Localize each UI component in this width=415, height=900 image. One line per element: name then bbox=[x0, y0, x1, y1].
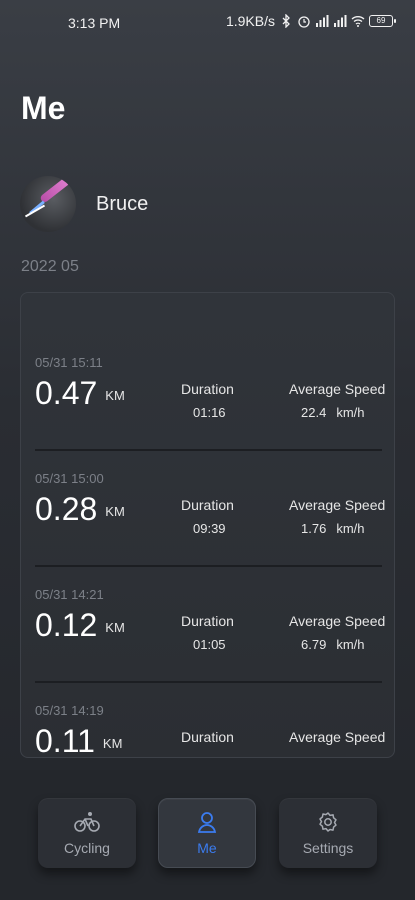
tab-settings[interactable]: Settings bbox=[279, 798, 377, 868]
duration-label: Duration bbox=[181, 497, 234, 513]
tab-cycling[interactable]: Cycling bbox=[38, 798, 136, 868]
duration-label: Duration bbox=[181, 381, 234, 397]
ride-record[interactable]: 05/31 15:00 0.28 KM Duration 09:39 Averag… bbox=[21, 471, 394, 587]
divider bbox=[35, 565, 382, 567]
record-datetime: 05/31 14:21 bbox=[35, 587, 104, 602]
status-icons: 1.9KB/s 69 bbox=[225, 13, 396, 29]
avatar[interactable] bbox=[20, 176, 76, 232]
divider bbox=[35, 681, 382, 683]
tab-label: Me bbox=[197, 840, 217, 856]
gear-icon bbox=[319, 812, 337, 832]
bicycle-icon bbox=[74, 812, 100, 832]
status-time: 3:13 PM bbox=[68, 15, 121, 31]
duration-value: 01:16 bbox=[193, 405, 226, 420]
tab-label: Settings bbox=[302, 840, 354, 856]
ride-record[interactable]: 05/31 14:21 0.12 KM Duration 01:05 Averag… bbox=[21, 587, 394, 703]
page-title: Me bbox=[21, 90, 66, 126]
user-name: Bruce bbox=[96, 192, 149, 215]
distance-unit: KM bbox=[105, 388, 125, 403]
average-speed-label: Average Speed bbox=[289, 729, 386, 745]
divider bbox=[35, 449, 382, 451]
record-distance: 0.12 KM bbox=[35, 607, 125, 643]
bluetooth-icon bbox=[282, 14, 290, 28]
network-speed: 1.9KB/s bbox=[225, 13, 275, 29]
average-speed-label: Average Speed bbox=[289, 613, 386, 629]
ride-records-list[interactable]: 05/31 15:11 0.47 KM Duration 01:16 Averag… bbox=[20, 292, 395, 758]
record-datetime: 05/31 14:19 bbox=[35, 703, 104, 718]
distance-unit: KM bbox=[102, 736, 123, 751]
duration-label: Duration bbox=[181, 613, 234, 629]
average-speed-label: Average Speed bbox=[289, 497, 386, 513]
person-icon bbox=[197, 812, 217, 833]
average-speed-label: Average Speed bbox=[289, 381, 386, 397]
distance-unit: KM bbox=[105, 620, 125, 635]
record-distance: 0.28 KM bbox=[35, 491, 125, 527]
distance-unit: KM bbox=[105, 504, 125, 519]
wifi-icon bbox=[351, 16, 365, 27]
status-bar: 3:13 PM 1.9KB/s 69 bbox=[0, 0, 415, 46]
duration-value: 09:39 bbox=[193, 521, 226, 536]
record-distance: 0.47 KM bbox=[35, 375, 125, 411]
record-distance: 0.11 KM bbox=[35, 723, 123, 758]
tab-label: Cycling bbox=[64, 840, 110, 856]
bottom-tab-bar: Cycling Me Settings bbox=[0, 770, 415, 900]
alarm-icon bbox=[298, 16, 310, 28]
duration-value: 01:05 bbox=[193, 637, 226, 652]
battery-icon: 69 bbox=[369, 15, 396, 27]
profile[interactable]: Bruce bbox=[20, 176, 148, 232]
average-speed-value: 6.79 km/h bbox=[301, 637, 365, 652]
ride-record[interactable]: 05/31 15:11 0.47 KM Duration 01:16 Averag… bbox=[21, 355, 394, 471]
record-datetime: 05/31 15:00 bbox=[35, 471, 104, 486]
average-speed-value: 1.76 km/h bbox=[301, 521, 365, 536]
average-speed-value: 22.4 km/h bbox=[301, 405, 365, 420]
month-label: 2022 05 bbox=[21, 258, 79, 275]
signal-icon-2 bbox=[334, 15, 347, 27]
ride-record[interactable]: 05/31 14:19 0.11 KM Duration Average Spee… bbox=[21, 703, 394, 758]
record-datetime: 05/31 15:11 bbox=[35, 355, 103, 370]
duration-label: Duration bbox=[181, 729, 234, 745]
signal-icon bbox=[316, 15, 329, 27]
tab-me[interactable]: Me bbox=[158, 798, 256, 868]
